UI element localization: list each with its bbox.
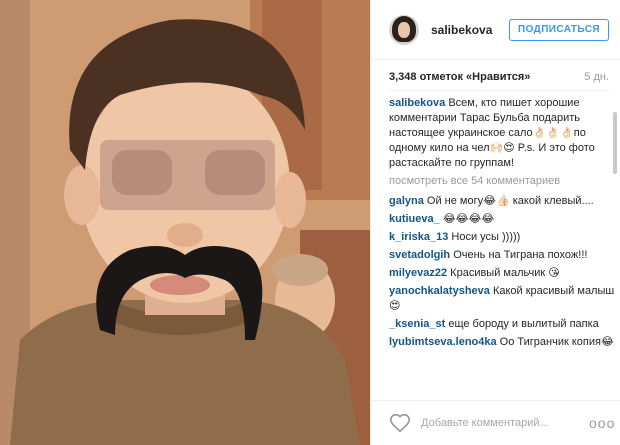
comment-item: svetadolgih Очень на Тиграна похож!!!	[389, 248, 615, 263]
comment-item: lyubimtseva.leno4ka Оо Тигранчик копия😂	[389, 335, 615, 350]
comment-item: galyna Ой не могу😂👍🏻 какой клевый....	[389, 194, 615, 209]
comment-text: 😂😂😂😂	[442, 213, 495, 225]
comment-text: Очень на Тиграна похож!!!	[453, 249, 588, 261]
comments-list[interactable]: salibekova Всем, кто пишет хорошие комме…	[389, 96, 615, 401]
follow-button[interactable]: ПОДПИСАТЬСЯ	[509, 18, 609, 41]
view-all-comments-link[interactable]: посмотреть все 54 комментариев	[389, 174, 615, 189]
post-footer: Добавьте комментарий... ooo	[371, 400, 620, 445]
comment-user[interactable]: kutiueva_	[389, 213, 440, 225]
comment-text: Красивый мальчик 😘	[450, 267, 560, 279]
post-photo[interactable]	[0, 0, 370, 445]
comment-item: milyevaz22 Красивый мальчик 😘	[389, 266, 615, 281]
post-age[interactable]: 5 дн.	[584, 71, 609, 83]
caption: salibekova Всем, кто пишет хорошие комме…	[389, 96, 615, 171]
add-comment-input[interactable]: Добавьте комментарий...	[421, 417, 589, 429]
comment-user[interactable]: milyevaz22	[389, 267, 447, 279]
profile-avatar[interactable]	[389, 14, 419, 45]
author-username[interactable]: salibekova	[431, 23, 509, 37]
likes-row: 3,348 отметок «Нравится» 5 дн.	[389, 68, 609, 86]
comment-user[interactable]: yanochkalatysheva	[389, 285, 490, 297]
photo-illustration	[0, 0, 370, 445]
comment-text: Ой не могу😂👍🏻 какой клевый....	[426, 195, 594, 207]
divider	[389, 90, 609, 91]
comment-item: kutiueva_ 😂😂😂😂	[389, 212, 615, 227]
comment-user[interactable]: k_iriska_13	[389, 231, 448, 243]
more-options-icon[interactable]: ooo	[589, 415, 614, 431]
comment-text: Оо Тигранчик копия😂	[499, 336, 614, 348]
post-header: salibekova ПОДПИСАТЬСЯ	[371, 0, 620, 60]
heart-icon[interactable]	[389, 412, 411, 434]
post-info-panel: salibekova ПОДПИСАТЬСЯ 3,348 отметок «Нр…	[370, 0, 620, 445]
comment-item: yanochkalatysheva Какой красивый малыш😍	[389, 284, 615, 314]
comment-item: k_iriska_13 Носи усы )))))	[389, 230, 615, 245]
comment-user[interactable]: lyubimtseva.leno4ka	[389, 336, 497, 348]
caption-user[interactable]: salibekova	[389, 97, 445, 109]
comments-scrollbar[interactable]	[613, 112, 617, 174]
comment-user[interactable]: _ksenia_st	[389, 318, 445, 330]
comment-user[interactable]: galyna	[389, 195, 424, 207]
comment-text: Носи усы )))))	[451, 231, 521, 243]
comment-text: еще бороду и вылитый папка	[448, 318, 599, 330]
avatar-face	[398, 21, 410, 38]
comment-item: _ksenia_st еще бороду и вылитый папка	[389, 317, 615, 332]
comment-user[interactable]: svetadolgih	[389, 249, 450, 261]
likes-count[interactable]: 3,348 отметок «Нравится»	[389, 71, 530, 83]
